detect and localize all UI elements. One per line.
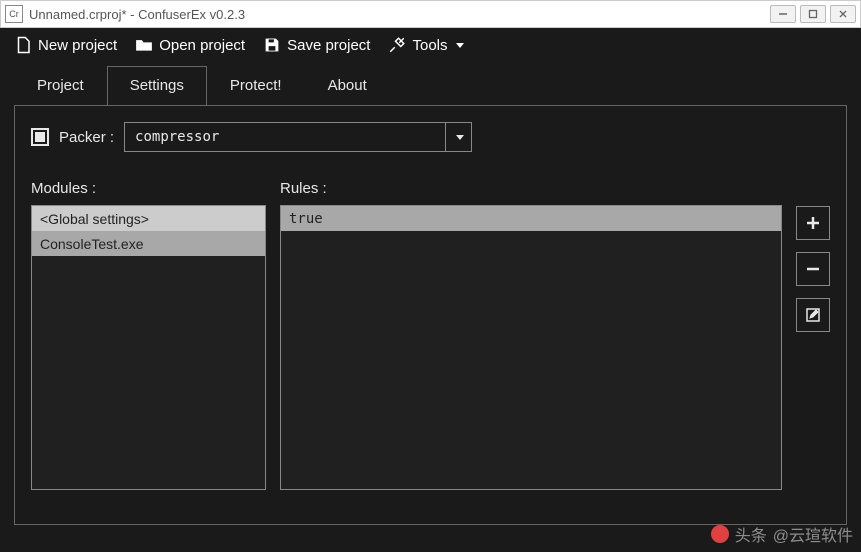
maximize-button[interactable] [800, 5, 826, 23]
save-project-button[interactable]: Save project [263, 36, 370, 54]
titlebar: Cr Unnamed.crproj* - ConfuserEx v0.2.3 [0, 0, 861, 28]
app-icon: Cr [5, 5, 23, 23]
tools-button[interactable]: Tools [388, 36, 463, 54]
packer-combo[interactable] [124, 122, 472, 152]
new-project-label: New project [38, 37, 117, 54]
toolbar: New project Open project Save project To… [0, 28, 861, 66]
tab-about[interactable]: About [305, 66, 390, 105]
rule-actions [796, 180, 830, 490]
packer-checkbox[interactable] [31, 128, 49, 146]
rules-column: Rules : true [280, 180, 782, 490]
folder-open-icon [135, 36, 153, 54]
settings-panel: Packer : Modules : <Global settings> Con… [14, 105, 847, 525]
new-project-button[interactable]: New project [14, 36, 117, 54]
modules-column: Modules : <Global settings> ConsoleTest.… [31, 180, 266, 490]
tabs: Project Settings Protect! About [0, 66, 861, 105]
file-icon [14, 36, 32, 54]
add-rule-button[interactable] [796, 206, 830, 240]
open-project-label: Open project [159, 37, 245, 54]
remove-rule-button[interactable] [796, 252, 830, 286]
edit-rule-button[interactable] [796, 298, 830, 332]
list-item[interactable]: true [281, 206, 781, 231]
packer-dropdown-button[interactable] [445, 123, 471, 151]
rules-label: Rules : [280, 180, 782, 197]
window-title: Unnamed.crproj* - ConfuserEx v0.2.3 [29, 7, 770, 22]
tab-project[interactable]: Project [14, 66, 107, 105]
open-project-button[interactable]: Open project [135, 36, 245, 54]
packer-row: Packer : [31, 122, 830, 152]
list-item[interactable]: <Global settings> [32, 206, 265, 231]
minimize-button[interactable] [770, 5, 796, 23]
tab-protect[interactable]: Protect! [207, 66, 305, 105]
chevron-down-icon [456, 135, 464, 140]
tools-label: Tools [412, 37, 447, 54]
rules-list[interactable]: true [280, 205, 782, 490]
modules-list[interactable]: <Global settings> ConsoleTest.exe [31, 205, 266, 490]
save-project-label: Save project [287, 37, 370, 54]
list-item[interactable]: ConsoleTest.exe [32, 231, 265, 256]
packer-input[interactable] [125, 123, 445, 151]
close-button[interactable] [830, 5, 856, 23]
modules-label: Modules : [31, 180, 266, 197]
save-icon [263, 36, 281, 54]
packer-label: Packer : [59, 129, 114, 146]
app-body: New project Open project Save project To… [0, 28, 861, 552]
chevron-down-icon [456, 43, 464, 48]
tab-settings[interactable]: Settings [107, 66, 207, 105]
tools-icon [388, 36, 406, 54]
